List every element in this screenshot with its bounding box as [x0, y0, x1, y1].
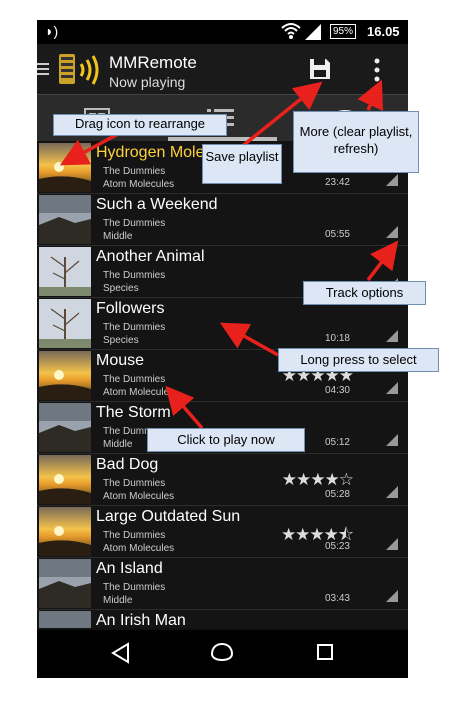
track-album: Middle	[103, 439, 133, 450]
track-artist: The Dummies	[103, 478, 166, 489]
notification-icon: ◗)	[45, 23, 59, 39]
tab-selected-indicator	[168, 137, 277, 141]
recents-icon[interactable]	[315, 642, 335, 662]
track-album: Atom Molecules	[103, 491, 175, 502]
track-artist: The Dummies	[103, 530, 166, 541]
track-artist: The Dummies	[103, 374, 166, 385]
status-bar: ◗) 95% 16.05	[37, 20, 408, 44]
track-duration: 04:30	[324, 385, 350, 396]
track-title: Mouse	[96, 352, 145, 369]
track-row[interactable]: Followers The Dummies Species 10:18	[37, 298, 408, 350]
rating-stars[interactable]: ★★★★☆	[282, 470, 354, 490]
track-row[interactable]: An Irish Man	[37, 610, 408, 628]
track-album: Species	[103, 335, 139, 346]
clock: 16.05	[367, 24, 400, 39]
track-artist: The Dummies	[103, 218, 166, 229]
system-nav-bar	[37, 630, 408, 678]
track-options-icon[interactable]	[386, 486, 398, 498]
track-options-icon[interactable]	[386, 434, 398, 446]
drag-handle-thumbnail[interactable]	[39, 299, 91, 348]
track-options-icon[interactable]	[386, 174, 398, 186]
track-title: An Irish Man	[96, 612, 186, 628]
callout-save: Save playlist	[202, 144, 282, 184]
callout-drag: Drag icon to rearrange	[53, 114, 227, 136]
more-icon[interactable]	[374, 58, 380, 82]
track-title: Followers	[96, 300, 165, 317]
back-icon[interactable]	[110, 642, 132, 664]
track-options-icon[interactable]	[386, 590, 398, 602]
track-album: Species	[103, 283, 139, 294]
signal-icon	[305, 24, 321, 40]
track-row[interactable]: Large Outdated Sun The Dummies Atom Molecu…	[37, 506, 408, 558]
track-album: Atom Molecules	[103, 387, 175, 398]
track-duration: 05:23	[324, 541, 350, 552]
drag-handle-thumbnail[interactable]	[39, 351, 91, 400]
menu-icon[interactable]	[37, 62, 49, 76]
drag-handle-thumbnail[interactable]	[39, 507, 91, 556]
track-album: Atom Molecules	[103, 179, 175, 190]
track-options-icon[interactable]	[386, 226, 398, 238]
app-toolbar: MMRemote Now playing	[37, 44, 408, 94]
track-album: Middle	[103, 595, 133, 606]
track-title: Another Animal	[96, 248, 205, 265]
playlist-track-list[interactable]: Hydrogen MoleThe DummiesAtom Molecules★2…	[37, 142, 408, 628]
callout-long-press: Long press to select	[278, 348, 439, 372]
track-title: Hydrogen Mole	[96, 144, 205, 161]
callout-click-play: Click to play now	[147, 428, 305, 452]
callout-track-options: Track options	[303, 281, 426, 305]
track-options-icon[interactable]	[386, 330, 398, 342]
drag-handle-thumbnail[interactable]	[39, 143, 91, 192]
track-album: Middle	[103, 231, 133, 242]
track-title: An Island	[96, 560, 163, 577]
track-artist: The Dummies	[103, 166, 166, 177]
drag-handle-thumbnail[interactable]	[39, 195, 91, 244]
track-title: Bad Dog	[96, 456, 159, 473]
drag-handle-thumbnail[interactable]	[39, 455, 91, 504]
logo-icon	[59, 54, 99, 85]
track-album: Atom Molecules	[103, 543, 175, 554]
track-title: Such a Weekend	[96, 196, 218, 213]
track-artist: The Dummies	[103, 322, 166, 333]
home-icon[interactable]	[210, 642, 234, 666]
track-duration: 23:42	[324, 177, 350, 188]
track-row[interactable]: An Island The Dummies Middle 03:43	[37, 558, 408, 610]
track-row[interactable]: Such a Weekend The Dummies Middle 05:55	[37, 194, 408, 246]
track-artist: The Dummies	[103, 582, 166, 593]
track-artist: The Dumm	[103, 426, 153, 437]
track-options-icon[interactable]	[386, 382, 398, 394]
callout-more: More (clear playlist, refresh)	[293, 111, 419, 173]
app-subtitle: Now playing	[109, 74, 186, 90]
wifi-icon	[281, 23, 301, 39]
drag-handle-thumbnail[interactable]	[39, 559, 91, 608]
track-title: The Storm	[96, 404, 171, 421]
track-row[interactable]: Bad Dog The Dummies Atom Molecules ★★★★☆ 05:…	[37, 454, 408, 506]
track-title: Large Outdated Sun	[96, 508, 241, 525]
track-duration: 05:12	[324, 437, 350, 448]
track-duration: 10:18	[324, 333, 350, 344]
track-duration: 03:43	[324, 593, 350, 604]
battery-indicator: 95%	[330, 24, 357, 39]
track-options-icon[interactable]	[386, 538, 398, 550]
save-icon[interactable]	[309, 58, 331, 80]
drag-handle-thumbnail[interactable]	[39, 247, 91, 296]
track-duration: 05:28	[324, 489, 350, 500]
drag-handle-thumbnail[interactable]	[39, 611, 91, 628]
track-artist: The Dummies	[103, 270, 166, 281]
drag-handle-thumbnail[interactable]	[39, 403, 91, 452]
app-title: MMRemote	[109, 53, 197, 72]
track-duration: 05:55	[324, 229, 350, 240]
